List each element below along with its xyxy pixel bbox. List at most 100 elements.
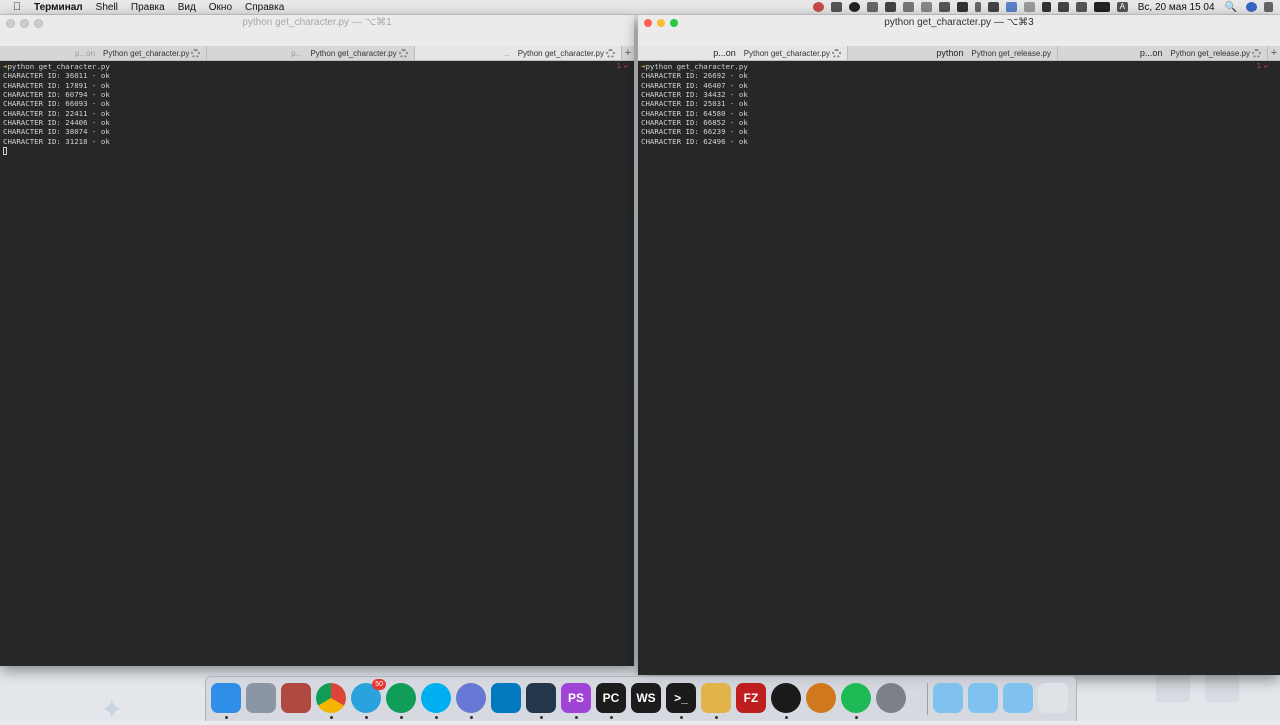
tab-1[interactable]: p...on Python get_character.py [638, 46, 848, 60]
tab-3[interactable]: ... Python get_character.py [414, 46, 622, 60]
trello-icon[interactable] [491, 683, 521, 713]
running-indicator [715, 716, 718, 719]
tab-label: Python get_release.py [1170, 48, 1250, 58]
return-icon: ↵ [623, 62, 628, 70]
menu-edit[interactable]: Правка [131, 2, 165, 13]
filezilla-icon[interactable]: FZ [736, 683, 766, 713]
webstorm-icon[interactable]: WS [631, 683, 661, 713]
utilities-folder-icon[interactable] [968, 683, 998, 713]
vscode-icon[interactable] [526, 683, 556, 713]
output-line: CHARACTER ID: 26692 - ok [641, 71, 748, 81]
apple-menu-icon[interactable]:  [0, 1, 34, 13]
menu-view[interactable]: Вид [178, 2, 196, 13]
downloads-folder-icon[interactable] [1003, 683, 1033, 713]
running-indicator [610, 716, 613, 719]
output-line: CHARACTER ID: 66852 - ok [641, 118, 748, 128]
running-indicator [400, 716, 403, 719]
pycharm-icon[interactable]: PC [596, 683, 626, 713]
terminal-icon[interactable]: >_ [666, 683, 696, 713]
drive-icon[interactable] [956, 2, 968, 12]
status-record-icon[interactable] [812, 2, 824, 12]
tab-short-label: p...on [1139, 48, 1163, 58]
wifi-icon[interactable] [1057, 2, 1069, 12]
hat-icon[interactable] [866, 2, 878, 12]
stars-icon[interactable] [1005, 2, 1017, 12]
pycharm-label: PC [602, 691, 620, 705]
activity-spinner-icon [832, 48, 841, 58]
discord-icon[interactable] [456, 683, 486, 713]
tab-1[interactable]: p...on Python get_character.py [0, 46, 208, 60]
terminal-window-left[interactable]: python get_character.py — ⌥⌘1 p...on Pyt… [0, 15, 634, 666]
tab-label: Python get_release.py [971, 48, 1051, 58]
tab-3[interactable]: p...on Python get_release.py [1058, 46, 1268, 60]
check-icon[interactable] [987, 2, 999, 12]
menu-app-name[interactable]: Терминал [34, 2, 83, 13]
window-titlebar[interactable]: python get_character.py — ⌥⌘3 [638, 15, 1280, 32]
terminal-output[interactable]: ➜python get_character.py CHARACTER ID: 2… [638, 61, 1280, 675]
cube-icon[interactable] [830, 2, 842, 12]
menu-help[interactable]: Справка [245, 2, 284, 13]
cursor-line [3, 146, 631, 156]
output-line: CHARACTER ID: 31218 - ok [3, 136, 110, 146]
finder-icon[interactable] [211, 683, 241, 713]
status-tray: A Вс, 20 мая 15 04 🔍 [812, 0, 1280, 14]
spotify-icon[interactable] [841, 683, 871, 713]
layers-icon[interactable] [884, 2, 896, 12]
output-line: CHARACTER ID: 36011 - ok [3, 71, 110, 81]
output-line: CHARACTER ID: 38074 - ok [3, 127, 110, 137]
audio-app-icon[interactable] [806, 683, 836, 713]
menu-shell[interactable]: Shell [96, 2, 118, 13]
telegram-icon[interactable]: 50 [351, 679, 386, 713]
terminal-output[interactable]: ➜python get_character.py CHARACTER ID: 3… [0, 61, 634, 666]
menu-window[interactable]: Окно [209, 2, 232, 13]
mouse-icon[interactable] [974, 2, 981, 12]
skype-icon[interactable] [421, 683, 451, 713]
running-indicator [575, 716, 578, 719]
tab-label: Python get_character.py [517, 48, 604, 58]
notification-center-icon[interactable] [1264, 2, 1273, 12]
system-preferences-icon[interactable] [876, 683, 906, 713]
desktop-item[interactable] [1205, 672, 1239, 702]
volume-icon[interactable] [1075, 2, 1087, 12]
window-titlebar[interactable]: python get_character.py — ⌥⌘1 [0, 15, 634, 32]
dropbox-icon[interactable] [938, 2, 950, 12]
sequel-icon[interactable] [701, 683, 731, 713]
output-line: CHARACTER ID: 60794 - ok [3, 90, 110, 100]
trash-icon[interactable] [1038, 683, 1068, 713]
chrome-icon[interactable] [316, 683, 346, 713]
terminal-window-right[interactable]: python get_character.py — ⌥⌘3 p...on Pyt… [638, 15, 1280, 675]
battery-icon[interactable] [1093, 2, 1110, 12]
bolt-icon[interactable] [848, 2, 860, 12]
running-indicator [855, 716, 858, 719]
keyboard-layout-icon[interactable]: A [1116, 2, 1128, 12]
line-number: 1 [616, 62, 621, 70]
siri-icon[interactable] [1246, 2, 1257, 12]
menu-clock[interactable]: Вс, 20 мая 15 04 [1138, 2, 1215, 13]
phpstorm-icon[interactable]: PS [561, 683, 591, 713]
spotlight-search-icon[interactable]: 🔍 [1225, 2, 1237, 13]
desktop-item[interactable] [1156, 672, 1190, 702]
tab-2[interactable]: p... Python get_character.py [207, 46, 415, 60]
launchpad-icon[interactable] [246, 683, 276, 713]
applications-folder-icon[interactable] [933, 683, 963, 713]
eject-icon[interactable] [1041, 2, 1051, 12]
output-line: CHARACTER ID: 34432 - ok [641, 90, 748, 100]
media-player-icon[interactable] [771, 683, 801, 713]
preview-tool-icon[interactable] [281, 683, 311, 713]
camera-icon[interactable] [920, 2, 932, 12]
running-indicator [470, 716, 473, 719]
running-indicator [435, 716, 438, 719]
tab-2[interactable]: python Python get_release.py [848, 46, 1058, 60]
tab-short-label: p...on [75, 48, 96, 58]
sync-icon[interactable] [1023, 2, 1035, 12]
clipboard-icon[interactable] [902, 2, 914, 12]
running-indicator [225, 716, 228, 719]
running-indicator [680, 716, 683, 719]
running-indicator [330, 716, 333, 719]
prompt-command: python get_character.py [7, 62, 110, 71]
new-tab-button[interactable]: + [1268, 46, 1280, 60]
line-indicator: 1 ↵ [617, 62, 628, 71]
hangouts-icon[interactable] [386, 683, 416, 713]
output-line: CHARACTER ID: 46407 - ok [641, 80, 748, 90]
new-tab-button[interactable]: + [621, 46, 634, 60]
